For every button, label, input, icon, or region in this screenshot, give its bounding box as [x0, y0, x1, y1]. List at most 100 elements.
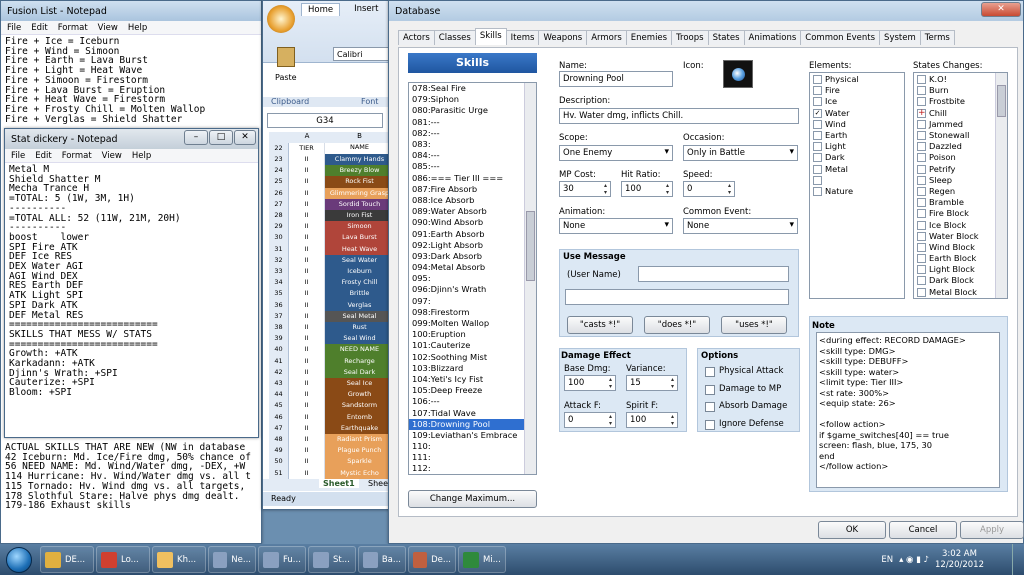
menu-view[interactable]: View: [98, 23, 118, 33]
menu-help[interactable]: Help: [132, 151, 151, 161]
state-item[interactable]: Fire Block: [914, 208, 1007, 219]
name-cell[interactable]: Frosty Chill: [325, 277, 394, 289]
skill-list-item[interactable]: 092:Light Absorb: [409, 240, 536, 251]
tab-home[interactable]: Home: [301, 3, 341, 16]
skill-list-item[interactable]: 090:Wind Absorb: [409, 217, 536, 228]
table-row[interactable]: 47 II Earthquake: [269, 422, 394, 434]
minimize-button[interactable]: –: [184, 130, 208, 145]
state-mark[interactable]: [917, 254, 926, 264]
element-checkbox[interactable]: [813, 75, 822, 85]
skill-list-item[interactable]: 102:Soothing Mist: [409, 352, 536, 363]
table-row[interactable]: 30 II Lava Burst: [269, 232, 394, 244]
name-box[interactable]: G34: [267, 113, 383, 128]
tier-cell[interactable]: II: [289, 456, 325, 468]
skill-list-item[interactable]: 081:---: [409, 117, 536, 128]
element-item[interactable]: Earth: [810, 130, 904, 141]
tier-cell[interactable]: II: [289, 288, 325, 300]
tier-cell[interactable]: II: [289, 434, 325, 446]
table-row[interactable]: 36 II Verglas: [269, 299, 394, 311]
maximize-button[interactable]: □: [209, 130, 233, 145]
state-item[interactable]: K.O!: [914, 74, 1007, 85]
notepad-stat-text[interactable]: Metal M Shield Shatter M Mecha Trance H =TO…: [5, 163, 258, 400]
name-cell[interactable]: Brittle: [325, 288, 394, 300]
element-checkbox[interactable]: [813, 119, 822, 129]
state-mark[interactable]: [917, 220, 926, 230]
name-cell[interactable]: Seal Ice: [325, 378, 394, 390]
tier-cell[interactable]: II: [289, 344, 325, 356]
taskbar-item[interactable]: Fu...: [258, 546, 306, 573]
start-button[interactable]: [0, 545, 38, 575]
tier-cell[interactable]: II: [289, 221, 325, 233]
skill-list-item[interactable]: 096:Djinn's Wrath: [409, 284, 536, 295]
skill-list-item[interactable]: 109:Leviathan's Embrace: [409, 430, 536, 441]
skill-list-item[interactable]: 101:Cauterize: [409, 340, 536, 351]
name-cell[interactable]: Verglas: [325, 299, 394, 311]
uses-button[interactable]: "uses *!": [721, 316, 787, 334]
state-mark[interactable]: [917, 86, 926, 96]
table-row[interactable]: 38 II Rust: [269, 322, 394, 334]
state-mark[interactable]: [917, 175, 926, 185]
state-mark[interactable]: [917, 131, 926, 141]
state-mark[interactable]: [917, 209, 926, 219]
tier-cell[interactable]: II: [289, 165, 325, 177]
skill-list-item[interactable]: 107:Tidal Wave: [409, 407, 536, 418]
table-row[interactable]: 34 II Frosty Chill: [269, 277, 394, 289]
name-cell[interactable]: Seal Water: [325, 254, 394, 266]
skill-list-item[interactable]: 106:---: [409, 396, 536, 407]
change-maximum-button[interactable]: Change Maximum...: [408, 490, 537, 508]
state-item[interactable]: + Chill: [914, 108, 1007, 119]
state-item[interactable]: Dazzled: [914, 141, 1007, 152]
taskbar-item[interactable]: Ne...: [208, 546, 256, 573]
name-cell[interactable]: Seal Dark: [325, 366, 394, 378]
element-checkbox[interactable]: [813, 97, 822, 107]
skill-list-item[interactable]: 082:---: [409, 128, 536, 139]
tab-animations[interactable]: Animations: [743, 30, 802, 45]
element-checkbox[interactable]: [813, 175, 822, 185]
tab-armors[interactable]: Armors: [586, 30, 627, 45]
skill-list-item[interactable]: 094:Metal Absorb: [409, 262, 536, 273]
tier-cell[interactable]: II: [289, 355, 325, 367]
table-row[interactable]: 42 II Seal Dark: [269, 366, 394, 378]
name-cell[interactable]: Mystic Echo: [325, 467, 394, 479]
table-row[interactable]: 29 II Simoon: [269, 221, 394, 233]
tab-actors[interactable]: Actors: [398, 30, 435, 45]
tab-troops[interactable]: Troops: [671, 30, 709, 45]
skill-list-item[interactable]: 085:---: [409, 161, 536, 172]
tier-cell[interactable]: II: [289, 411, 325, 423]
table-row[interactable]: 51 II Mystic Echo: [269, 467, 394, 479]
name-cell[interactable]: NEED NAME: [325, 344, 394, 356]
skill-list-item[interactable]: 100:Eruption: [409, 329, 536, 340]
skill-list-item[interactable]: 093:Dark Absorb: [409, 251, 536, 262]
state-item[interactable]: Stonewall: [914, 130, 1007, 141]
state-mark[interactable]: [917, 265, 926, 275]
table-row[interactable]: 43 II Seal Ice: [269, 378, 394, 390]
table-row[interactable]: 41 II Recharge: [269, 355, 394, 367]
tier-header[interactable]: TIER: [289, 143, 325, 154]
name-cell[interactable]: Breezy Blow: [325, 165, 394, 177]
close-button[interactable]: ✕: [234, 130, 256, 145]
tab-states[interactable]: States: [707, 30, 745, 45]
taskbar-item[interactable]: DE...: [40, 546, 94, 573]
state-mark[interactable]: [917, 97, 926, 107]
element-checkbox[interactable]: ✓: [813, 108, 822, 118]
element-item[interactable]: Dark: [810, 152, 904, 163]
variance-field[interactable]: 15: [626, 375, 678, 391]
tier-cell[interactable]: II: [289, 176, 325, 188]
element-checkbox[interactable]: [813, 153, 822, 163]
name-cell[interactable]: Sandstorm: [325, 400, 394, 412]
tray-icons[interactable]: ▴ ◉ ▮ ♪: [899, 555, 929, 565]
tier-cell[interactable]: II: [289, 310, 325, 322]
element-item[interactable]: ✓ Water: [810, 108, 904, 119]
skill-icon[interactable]: [723, 60, 753, 88]
skill-list-item[interactable]: 088:Ice Absorb: [409, 195, 536, 206]
table-row[interactable]: 40 II NEED NAME: [269, 344, 394, 356]
taskbar-item[interactable]: Ba...: [358, 546, 406, 573]
tier-cell[interactable]: II: [289, 154, 325, 166]
ok-button[interactable]: OK: [818, 521, 886, 539]
element-checkbox[interactable]: [813, 86, 822, 96]
tab-weapons[interactable]: Weapons: [538, 30, 588, 45]
element-checkbox[interactable]: [813, 164, 822, 174]
element-item[interactable]: Wind: [810, 119, 904, 130]
state-mark[interactable]: [917, 287, 926, 297]
table-row[interactable]: 35 II Brittle: [269, 288, 394, 300]
